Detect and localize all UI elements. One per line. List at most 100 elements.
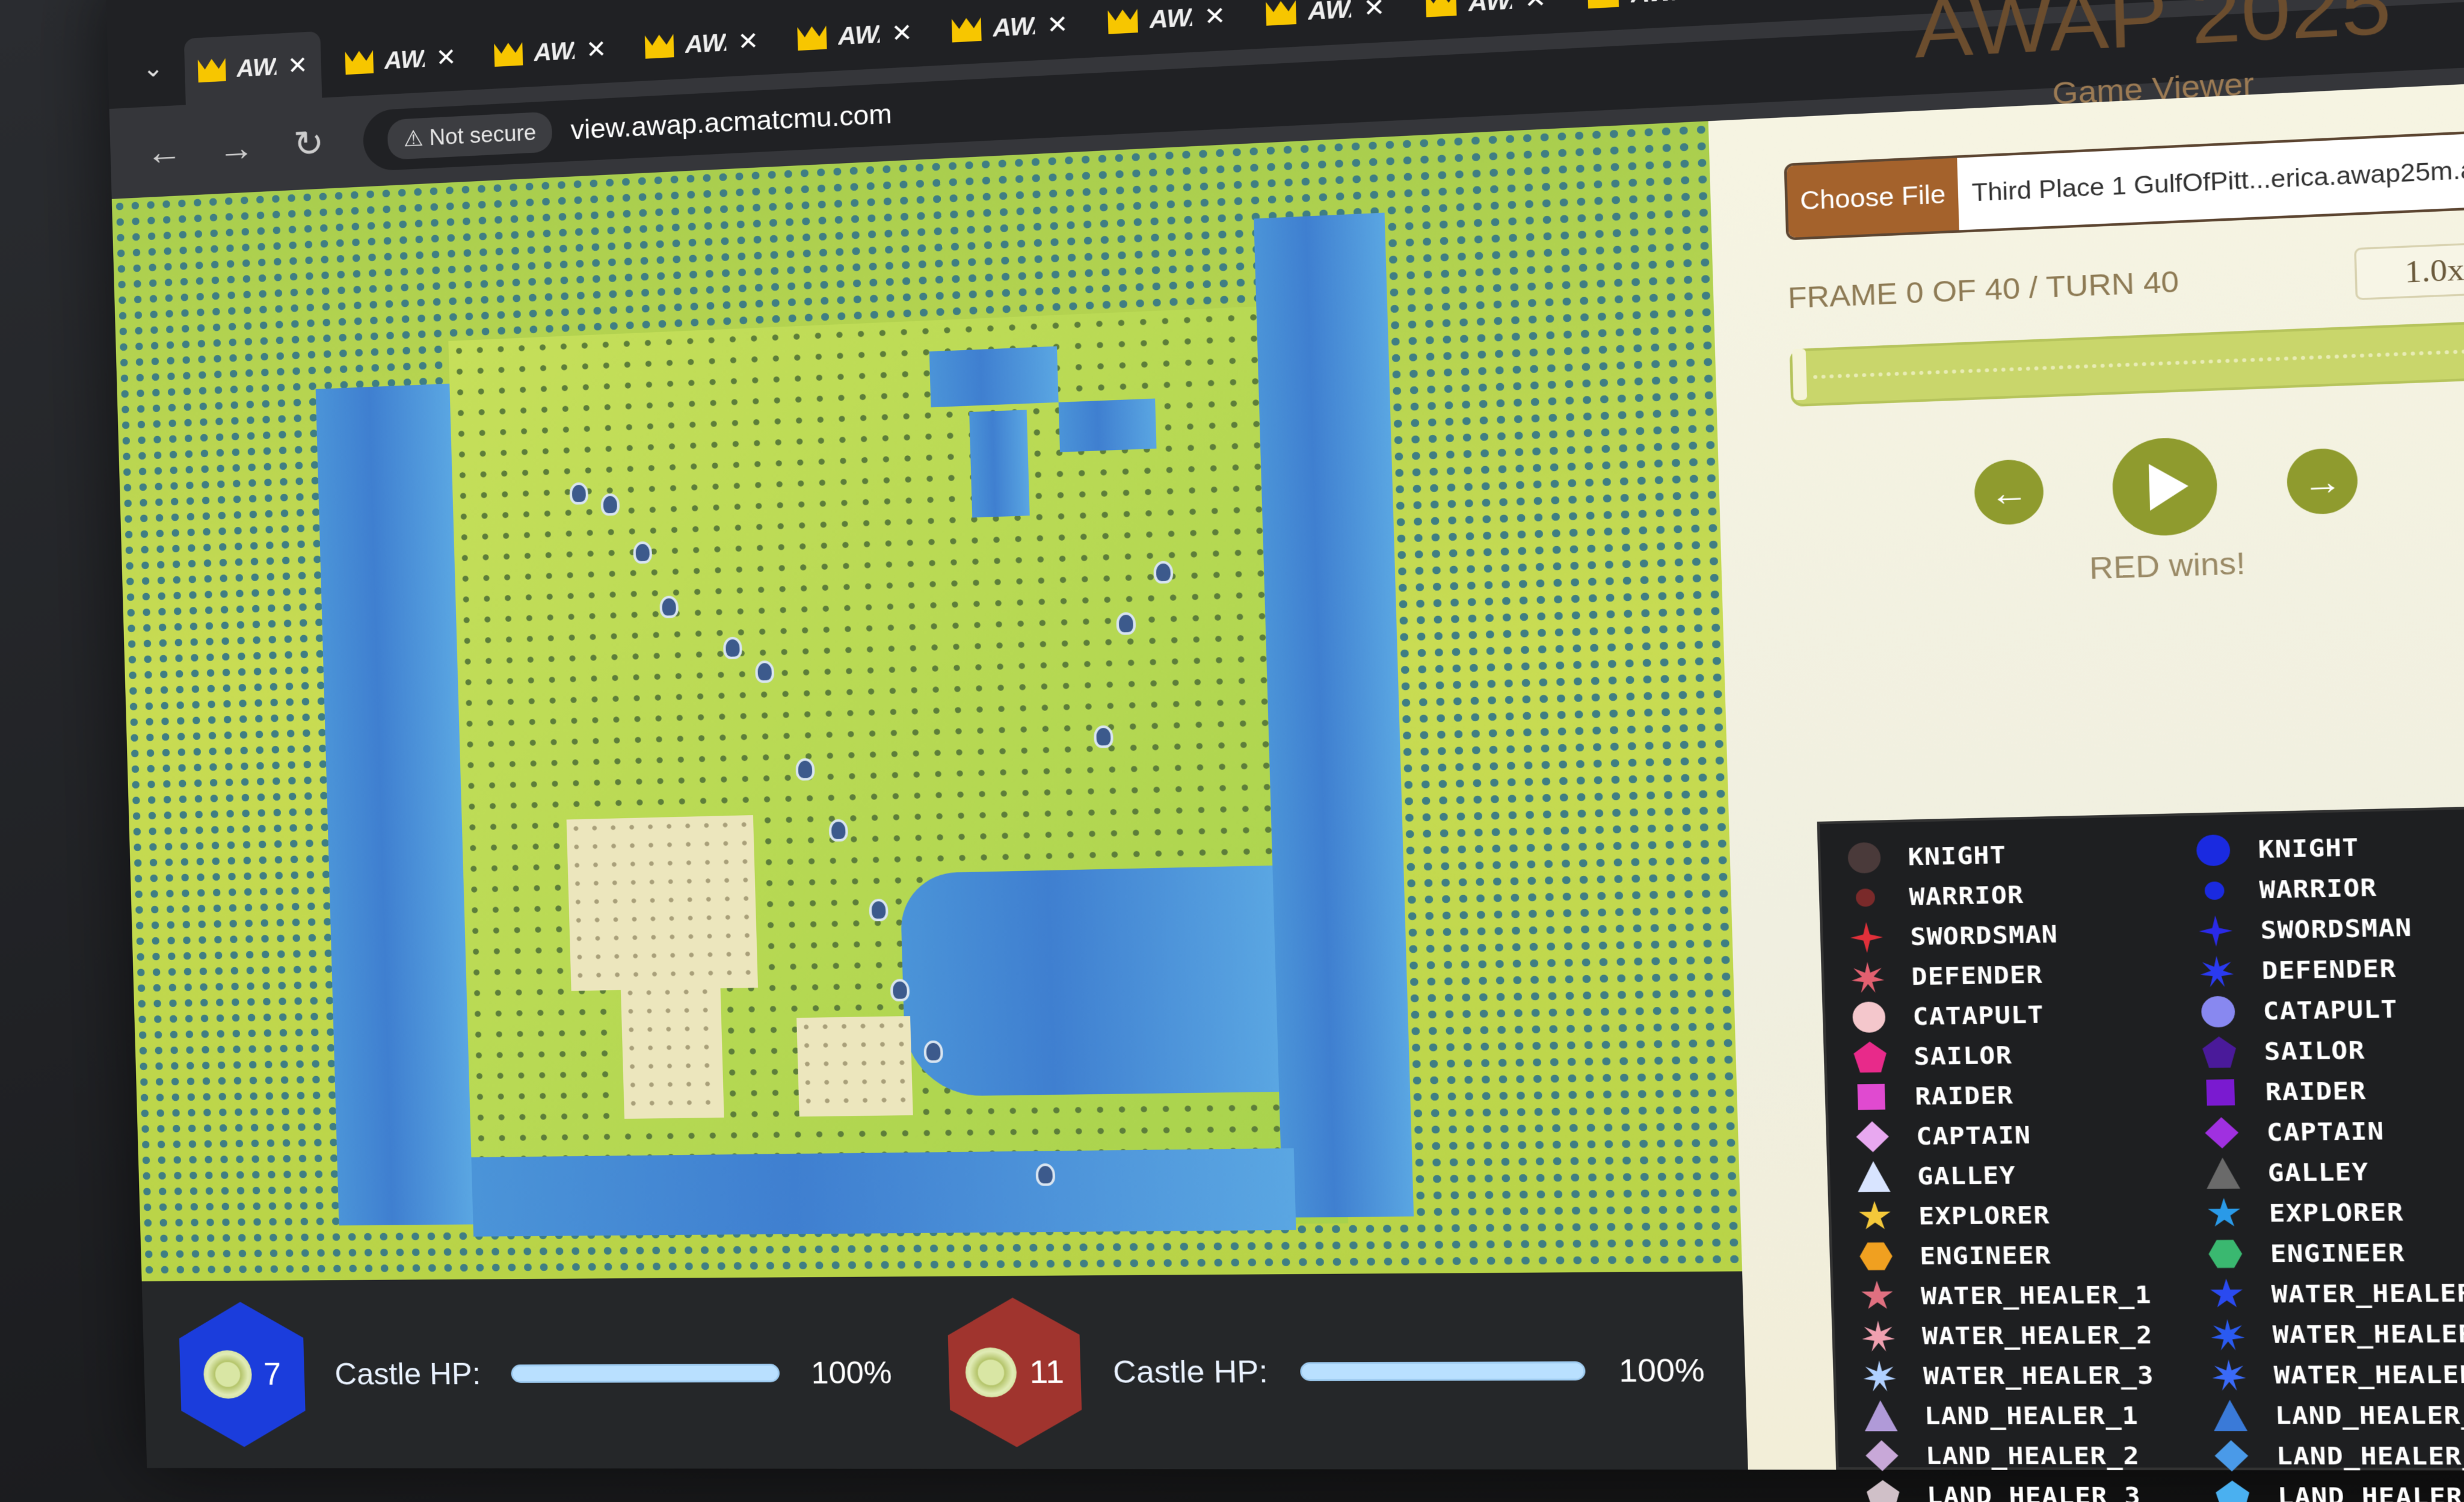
browser-tab[interactable]: AWA ✕ (480, 15, 621, 90)
map-unit[interactable] (633, 541, 653, 564)
blue-castle-label: Castle HP: (334, 1356, 481, 1391)
legend-label: WATER_HEALER_2 (2272, 1319, 2464, 1349)
legend-item: LAND_HEALER_1 (1864, 1400, 2172, 1431)
reload-icon[interactable]: ↻ (290, 122, 327, 166)
diamond-icon (2205, 1117, 2239, 1149)
browser-tab[interactable]: AWA ✕ (331, 23, 470, 97)
play-button[interactable] (2111, 436, 2219, 538)
selected-file-name: Third Place 1 GulfOfPitt...erica.awap25m… (1957, 129, 2464, 230)
back-arrow-icon[interactable]: ← (146, 129, 183, 173)
browser-tab[interactable]: AWA ✕ (1251, 0, 1400, 49)
close-tab-icon[interactable]: ✕ (738, 27, 759, 57)
warning-icon: ⚠ (403, 125, 430, 152)
legend-item: WARRIOR (2198, 869, 2464, 907)
legend-item: GALLEY (2206, 1154, 2464, 1189)
close-tab-icon[interactable]: ✕ (1046, 10, 1068, 40)
close-tab-icon[interactable]: ✕ (891, 19, 913, 48)
burst-icon (2200, 955, 2234, 987)
map-water-bay (899, 865, 1280, 1097)
tab-label: AWA (1630, 0, 1676, 8)
frame-slider[interactable] (1789, 319, 2464, 407)
circle-icon (2196, 834, 2231, 867)
projector-screen: ⌄ AWA✕AWA✕AWA✕AWA✕AWA✕AWA✕AWA✕AWA✕AWA✕AW… (0, 0, 2464, 1502)
square-icon (2206, 1079, 2235, 1106)
legend-item: CATAPULT (1852, 997, 2160, 1033)
close-tab-icon[interactable]: ✕ (287, 51, 308, 80)
map-unit[interactable] (828, 819, 849, 842)
map-sand-1 (566, 815, 759, 991)
slider-handle[interactable] (1792, 348, 1808, 401)
map-unit[interactable] (755, 660, 775, 683)
diamond-icon (2214, 1440, 2249, 1471)
security-chip[interactable]: ⚠ Not secure (387, 111, 553, 160)
legend-label: LAND_HEALER_1 (1924, 1401, 2139, 1430)
browser-tab[interactable]: AWA ✕ (783, 0, 927, 73)
map-unit[interactable] (869, 898, 889, 922)
legend-item: WATER_HEALER_3 (1863, 1359, 2171, 1391)
map-unit[interactable] (722, 636, 743, 660)
map-unit[interactable] (890, 979, 910, 1002)
map-unit[interactable] (1093, 725, 1113, 748)
close-tab-icon[interactable]: ✕ (436, 43, 457, 72)
next-frame-button[interactable]: → (2286, 447, 2359, 516)
legend-label: WARRIOR (1908, 880, 2024, 911)
red-castle-hp-bar (1300, 1361, 1586, 1381)
burst-icon (2212, 1359, 2246, 1391)
map-unit[interactable] (1116, 612, 1136, 635)
viewer-panel: ⇄ AWAP 2025 Game Viewer Choose File Thir… (1708, 0, 2464, 1502)
game-map[interactable] (111, 121, 1743, 1282)
legend-item: ENGINEER (2208, 1236, 2464, 1270)
close-tab-icon[interactable]: ✕ (1687, 0, 1710, 6)
legend-item: RAIDER (2204, 1073, 2464, 1109)
file-picker[interactable]: Choose File Third Place 1 GulfOfPitt...e… (1784, 126, 2464, 241)
tab-search-chevron-icon[interactable]: ⌄ (132, 52, 175, 108)
red-team-badge: 11 (947, 1297, 1083, 1447)
frame-row: FRAME 0 OF 40 / TURN 40 1.0x▾ (1787, 239, 2464, 324)
legend-item: WATER_HEALER_3 (2212, 1359, 2464, 1391)
crown-favicon-icon (1426, 0, 1457, 17)
forward-arrow-icon[interactable]: → (218, 126, 255, 169)
map-unit[interactable] (923, 1040, 944, 1063)
map-water-south (471, 1148, 1296, 1237)
browser-tab[interactable]: AWA ✕ (630, 7, 774, 82)
legend-item: LAND_HEALER_3 (1866, 1480, 2174, 1502)
close-tab-icon[interactable]: ✕ (1363, 0, 1385, 23)
triangle-icon (1864, 1400, 1898, 1431)
previous-frame-button[interactable]: ← (1973, 458, 2045, 526)
playback-speed-select[interactable]: 1.0x▾ (2354, 239, 2464, 301)
coin-icon (203, 1350, 252, 1399)
browser-tab[interactable]: AWA ✕ (937, 0, 1083, 66)
legend-label: LAND_HEALER_3 (2277, 1482, 2464, 1502)
browser-tab[interactable]: AWA ✕ (183, 31, 322, 105)
crown-favicon-icon (1588, 0, 1619, 8)
map-water-lake-2 (969, 410, 1030, 518)
security-label: Not secure (429, 119, 537, 150)
map-unit[interactable] (600, 493, 620, 516)
legend-label: LAND_HEALER_2 (1925, 1441, 2140, 1470)
map-unit[interactable] (569, 482, 589, 505)
map-unit[interactable] (1035, 1163, 1056, 1186)
red-coin-count: 11 (1029, 1354, 1065, 1391)
cross-icon (2199, 915, 2233, 947)
close-tab-icon[interactable]: ✕ (1524, 0, 1547, 14)
legend-label: SAILOR (2264, 1035, 2366, 1066)
cross-icon (1850, 922, 1883, 953)
close-tab-icon[interactable]: ✕ (1204, 2, 1227, 32)
map-unit[interactable] (1153, 561, 1174, 584)
red-castle-hp-text: 100% (1618, 1352, 1705, 1389)
legend-item: WATER_HEALER_2 (1862, 1319, 2170, 1352)
map-water-west (315, 383, 473, 1226)
legend-label: EXPLORER (1918, 1201, 2051, 1231)
choose-file-button[interactable]: Choose File (1787, 158, 1959, 238)
map-unit[interactable] (795, 758, 815, 781)
map-unit[interactable] (659, 596, 679, 618)
legend-item: DEFENDER (2200, 950, 2464, 987)
tab-label: AWA (1148, 4, 1193, 34)
close-tab-icon[interactable]: ✕ (585, 35, 607, 64)
crown-favicon-icon (797, 26, 827, 51)
triangle-icon (2206, 1157, 2240, 1189)
burst-icon (1851, 962, 1885, 993)
legend-item: GALLEY (1857, 1158, 2165, 1192)
browser-tab[interactable]: AWA ✕ (1093, 0, 1241, 57)
diamond-icon (1856, 1121, 1890, 1153)
